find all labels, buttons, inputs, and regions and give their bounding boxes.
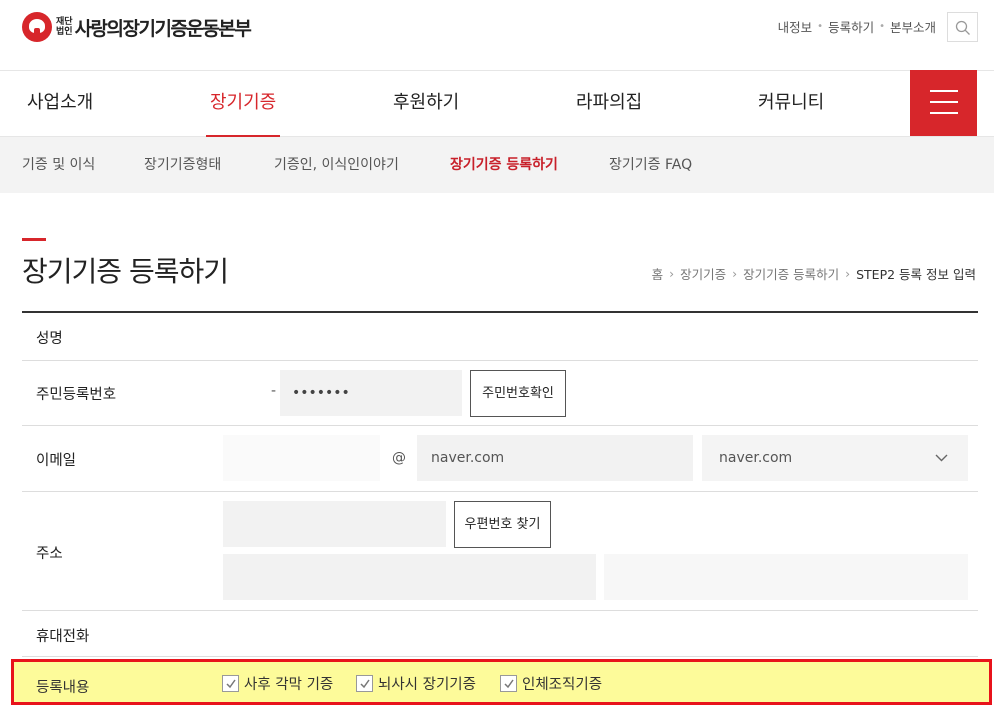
all-menu-button[interactable] (910, 70, 977, 136)
top-bar: 재단 법인 사랑의장기기증운동본부 내정보 • 등록하기 • 본부소개 (0, 0, 994, 70)
address-label: 주소 (36, 546, 63, 562)
search-button[interactable] (947, 12, 978, 42)
gnb-item-community[interactable]: 커뮤니티 (758, 71, 824, 137)
subnav-item-types[interactable]: 장기기증형태 (144, 137, 221, 193)
checkbox-brain-death[interactable]: 뇌사시 장기기증 (356, 673, 476, 694)
zipcode-input[interactable] (223, 501, 446, 547)
registration-label: 등록내용 (36, 680, 90, 696)
checkbox-tissue[interactable]: 인체조직기증 (500, 673, 602, 694)
checkbox-brain-death-label: 뇌사시 장기기증 (378, 677, 476, 693)
gnb-item-donation[interactable]: 장기기증 (205, 71, 281, 138)
zipcode-search-button[interactable]: 우편번호 찾기 (454, 501, 551, 548)
form-row-email: 이메일 @ naver.com naver.com (22, 426, 978, 492)
main-navigation: 사업소개 장기기증 후원하기 라파의집 커뮤니티 (0, 70, 994, 138)
logo-sub-line1: 재단 (56, 17, 73, 27)
logo-sub-line2: 법인 (56, 27, 73, 37)
form-row-rrn: 주민등록번호 - ••••••• 주민번호확인 (22, 361, 978, 426)
breadcrumb-donation[interactable]: 장기기증 (680, 264, 726, 283)
breadcrumb: 홈 › 장기기증 › 장기기증 등록하기 › STEP2 등록 정보 입력 (652, 264, 976, 283)
check-icon (504, 679, 514, 689)
util-link-register[interactable]: 등록하기 (828, 17, 874, 36)
subnav-item-faq[interactable]: 장기기증 FAQ (609, 137, 692, 193)
checkbox-box[interactable] (356, 675, 373, 692)
util-link-myinfo[interactable]: 내정보 (778, 17, 813, 36)
name-label: 성명 (36, 331, 63, 347)
title-accent-bar (22, 238, 46, 241)
rrn-check-button[interactable]: 주민번호확인 (470, 370, 566, 417)
breadcrumb-home[interactable]: 홈 (652, 264, 664, 283)
util-link-about[interactable]: 본부소개 (890, 17, 936, 36)
address-detail-input[interactable] (604, 554, 968, 600)
subnav-item-register[interactable]: 장기기증 등록하기 (450, 137, 558, 193)
utility-links: 내정보 • 등록하기 • 본부소개 (778, 17, 936, 36)
rrn-dash: - (271, 383, 277, 399)
gnb-item-sponsor[interactable]: 후원하기 (393, 71, 459, 137)
logo-subtitle: 재단 법인 (56, 17, 73, 37)
rrn-label: 주민등록번호 (36, 387, 117, 403)
gnb-item-business[interactable]: 사업소개 (27, 71, 93, 137)
form-row-name: 성명 (22, 313, 978, 361)
gnb-item-rapha-house[interactable]: 라파의집 (576, 71, 642, 137)
util-separator: • (879, 21, 885, 32)
subnav-item-stories[interactable]: 기증인, 이식인이야기 (274, 137, 399, 193)
email-at-sign: @ (392, 450, 406, 466)
email-select-value: naver.com (719, 450, 793, 466)
checkbox-cornea-label: 사후 각막 기증 (244, 677, 334, 693)
check-icon (360, 679, 370, 689)
form-row-address: 주소 우편번호 찾기 (22, 492, 978, 611)
chevron-right-icon: › (732, 266, 738, 281)
phone-label: 휴대전화 (36, 629, 90, 645)
chevron-down-icon (935, 454, 948, 462)
logo-mark-icon (22, 12, 52, 42)
subnav-item-transplant[interactable]: 기증 및 이식 (22, 137, 95, 193)
hamburger-icon (930, 112, 958, 114)
rrn-back-input[interactable]: ••••••• (280, 370, 462, 416)
form-row-phone: 휴대전화 (22, 611, 978, 657)
email-domain-input[interactable]: naver.com (417, 435, 693, 481)
sub-navigation: 기증 및 이식 장기기증형태 기증인, 이식인이야기 장기기증 등록하기 장기기… (0, 137, 994, 193)
checkbox-box[interactable] (222, 675, 239, 692)
page-title: 장기기증 등록하기 (22, 255, 229, 288)
chevron-right-icon: › (669, 266, 675, 281)
email-label: 이메일 (36, 453, 77, 469)
email-id-input[interactable] (223, 435, 380, 481)
chevron-right-icon: › (845, 266, 851, 281)
hamburger-icon (930, 90, 958, 92)
checkbox-cornea[interactable]: 사후 각막 기증 (222, 673, 333, 694)
breadcrumb-register[interactable]: 장기기증 등록하기 (743, 264, 839, 283)
util-separator: • (817, 21, 824, 32)
checkbox-tissue-label: 인체조직기증 (522, 677, 603, 693)
breadcrumb-current: STEP2 등록 정보 입력 (856, 267, 976, 282)
search-icon (955, 20, 970, 35)
site-logo[interactable]: 재단 법인 사랑의장기기증운동본부 (22, 12, 252, 42)
checkbox-box[interactable] (500, 675, 517, 692)
logo-text: 사랑의장기기증운동본부 (74, 17, 252, 40)
email-domain-select[interactable]: naver.com (702, 435, 968, 481)
hamburger-icon (930, 101, 958, 103)
address-main-input[interactable] (223, 554, 596, 600)
check-icon (226, 679, 236, 689)
